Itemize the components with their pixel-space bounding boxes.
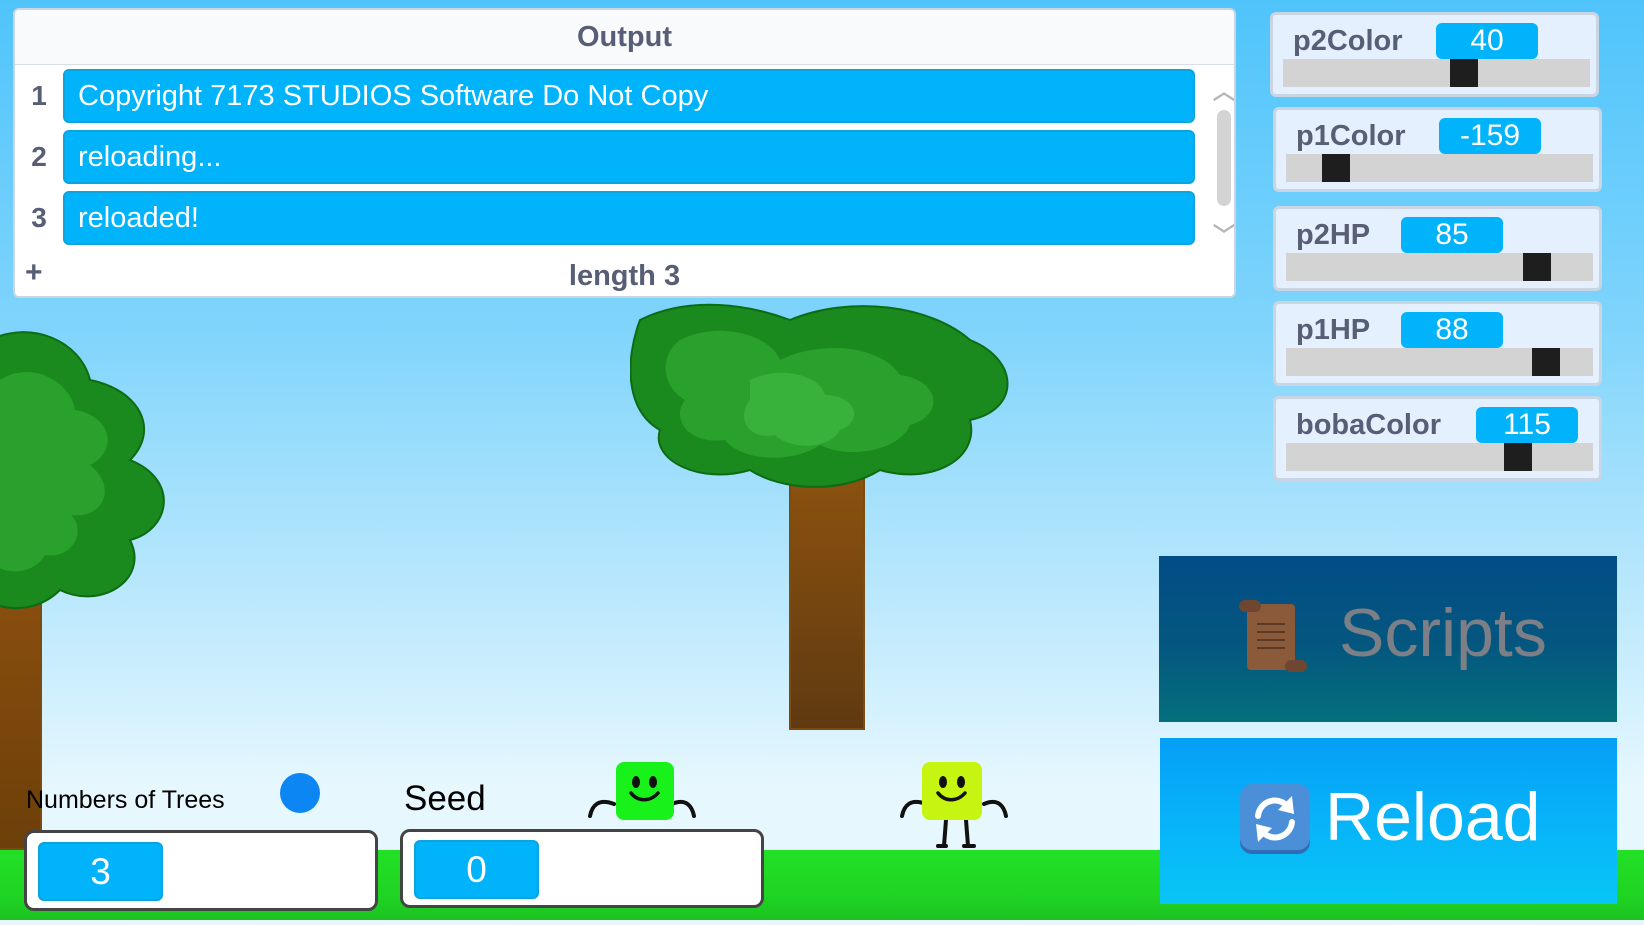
- scripts-button-label: Scripts: [1339, 595, 1547, 671]
- slider-value: -159: [1439, 118, 1541, 154]
- slider-thumb[interactable]: [1532, 348, 1560, 376]
- trees-input-monitor[interactable]: 3: [24, 830, 378, 911]
- slider-track[interactable]: [1286, 253, 1593, 281]
- center-tree-foliage: [630, 303, 1009, 488]
- slider-thumb[interactable]: [1322, 154, 1350, 182]
- output-list-monitor[interactable]: Output 1 Copyright 7173 STUDIOS Software…: [13, 8, 1236, 298]
- slider-label: p2HP: [1296, 219, 1371, 251]
- list-item-index: 1: [31, 80, 47, 111]
- reload-button-label: Reload: [1325, 779, 1541, 855]
- output-list-scrollbar[interactable]: ︿ ﹀: [1212, 70, 1234, 250]
- seed-input-monitor[interactable]: 0: [400, 829, 764, 908]
- scroll-document-icon: [1239, 600, 1307, 672]
- add-item-button[interactable]: +: [25, 256, 43, 290]
- slider-monitor-p1color: p1Color -159: [1273, 107, 1602, 192]
- seed-input-value[interactable]: 0: [414, 840, 539, 899]
- player2-body: [922, 762, 982, 820]
- scroll-thumb[interactable]: [1217, 110, 1231, 206]
- slider-label: bobaColor: [1296, 409, 1441, 441]
- slider-value: 40: [1436, 23, 1538, 59]
- list-item-index: 2: [31, 141, 47, 172]
- seed-label: Seed: [404, 779, 486, 818]
- list-item-value[interactable]: reloaded!: [63, 191, 1195, 245]
- game-stage[interactable]: Output 1 Copyright 7173 STUDIOS Software…: [0, 0, 1644, 925]
- player2-sprite[interactable]: [898, 760, 1012, 850]
- slider-value: 115: [1476, 407, 1578, 443]
- slider-track[interactable]: [1286, 443, 1593, 471]
- list-item[interactable]: 2 reloading...: [15, 129, 1205, 185]
- scripts-button[interactable]: Scripts: [1159, 556, 1617, 722]
- slider-thumb[interactable]: [1450, 59, 1478, 87]
- slider-thumb[interactable]: [1523, 253, 1551, 281]
- trees-input-value[interactable]: 3: [38, 842, 163, 901]
- slider-monitor-p2hp: p2HP 85: [1273, 206, 1602, 291]
- left-tree-foliage: [0, 331, 165, 610]
- slider-value: 88: [1401, 312, 1503, 348]
- output-list-title: Output: [15, 10, 1234, 65]
- output-list-footer: + length 3: [15, 254, 1234, 296]
- player1-sprite[interactable]: [586, 760, 700, 832]
- output-list-rows[interactable]: 1 Copyright 7173 STUDIOS Software Do Not…: [15, 68, 1205, 254]
- list-item[interactable]: 3 reloaded!: [15, 190, 1205, 246]
- slider-label: p2Color: [1293, 25, 1403, 57]
- slider-monitor-bobacolor: bobaColor 115: [1273, 396, 1602, 481]
- player1-body: [616, 762, 674, 820]
- list-item-value[interactable]: Copyright 7173 STUDIOS Software Do Not C…: [63, 69, 1195, 123]
- scroll-up-chevron-icon[interactable]: ︿: [1212, 74, 1234, 106]
- slider-label: p1Color: [1296, 120, 1406, 152]
- slider-track[interactable]: [1286, 154, 1593, 182]
- slider-track[interactable]: [1283, 59, 1590, 87]
- trees-label: Numbers of Trees: [26, 786, 225, 814]
- center-tree-trunk: [789, 470, 865, 730]
- slider-monitor-p2color: p2Color 40: [1270, 12, 1599, 97]
- blue-dot-sprite[interactable]: [280, 773, 320, 813]
- slider-thumb[interactable]: [1504, 443, 1532, 471]
- scroll-down-chevron-icon[interactable]: ﹀: [1212, 218, 1234, 250]
- slider-monitor-p1hp: p1HP 88: [1273, 301, 1602, 386]
- output-list-length: length 3: [568, 260, 681, 292]
- reload-arrows-icon: [1240, 784, 1310, 854]
- list-item-index: 3: [31, 202, 47, 233]
- ground-edge: [0, 920, 1644, 925]
- slider-label: p1HP: [1296, 314, 1371, 346]
- reload-button[interactable]: Reload: [1160, 738, 1617, 904]
- list-item-value[interactable]: reloading...: [63, 130, 1195, 184]
- list-item[interactable]: 1 Copyright 7173 STUDIOS Software Do Not…: [15, 68, 1205, 124]
- slider-track[interactable]: [1286, 348, 1593, 376]
- slider-value: 85: [1401, 217, 1503, 253]
